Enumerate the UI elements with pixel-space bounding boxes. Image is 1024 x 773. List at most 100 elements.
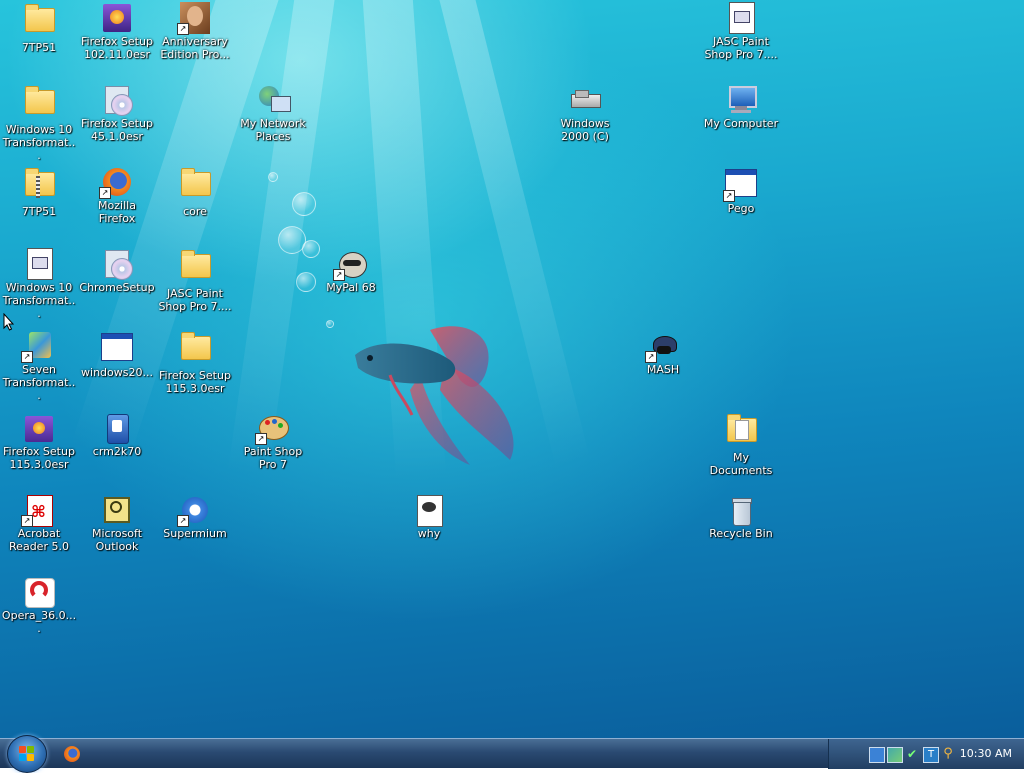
icon-label: Windows 10 Transformat... xyxy=(2,123,76,162)
icon-label: Windows 2000 (C) xyxy=(560,117,610,143)
installer-icon xyxy=(23,412,55,444)
icon-label: Opera_36.0.... xyxy=(1,609,77,635)
icon-label: JASC Paint Shop Pro 7.... xyxy=(158,287,232,313)
icon-label: My Documents xyxy=(709,451,773,477)
icon-label: Microsoft Outlook xyxy=(91,527,143,553)
folder-icon xyxy=(25,4,55,32)
icon-label: 7TP51 xyxy=(21,41,57,54)
desktop-icon-paint-shop-pro[interactable]: ↗ Paint Shop Pro 7 xyxy=(235,412,311,471)
icon-label: MyPal 68 xyxy=(326,281,376,294)
desktop-icon-recycle-bin[interactable]: Recycle Bin xyxy=(703,494,779,540)
icon-label: Firefox Setup 102.11.0esr xyxy=(81,35,153,61)
icon-label: Pego xyxy=(727,202,755,215)
start-button[interactable] xyxy=(7,735,47,773)
monitor-icon[interactable] xyxy=(869,747,885,763)
icon-label: Paint Shop Pro 7 xyxy=(243,445,303,471)
bubble xyxy=(292,192,316,216)
zip-folder-icon xyxy=(23,168,55,204)
desktop-icon-my-documents[interactable]: My Documents xyxy=(703,412,779,477)
icon-label: My Computer xyxy=(703,117,779,130)
desktop-background: 7TP51 Windows 10 Transformat... 7TP51 Wi… xyxy=(0,0,1024,738)
desktop-icon-firefox-setup-45[interactable]: Firefox Setup 45.1.0esr xyxy=(79,84,155,143)
desktop-icon-windows20[interactable]: windows20... xyxy=(79,330,155,379)
icon-label: core xyxy=(183,205,207,218)
system-tray: ✔ T ⚲ 10:30 AM xyxy=(828,739,1024,769)
desktop-icon-acrobat-reader[interactable]: ⌘ ↗ Acrobat Reader 5.0 xyxy=(1,494,77,553)
window-shortcut-icon: ↗ xyxy=(723,169,757,202)
desktop-icon-microsoft-outlook[interactable]: Microsoft Outlook xyxy=(79,494,155,553)
folder-icon xyxy=(25,86,55,114)
icon-label: Seven Transformat... xyxy=(2,363,76,402)
safely-remove-icon[interactable]: ✔ xyxy=(905,747,919,761)
taskbar: ✔ T ⚲ 10:30 AM xyxy=(0,735,1024,773)
desktop-icon-supermium[interactable]: ↗ Supermium xyxy=(157,494,233,540)
desktop-icon-7tp51-zip[interactable]: 7TP51 xyxy=(1,166,77,218)
why-doc-icon xyxy=(413,494,445,527)
outlook-icon xyxy=(101,494,133,526)
desktop-icon-firefox-setup-115-folder[interactable]: Firefox Setup 115.3.0esr xyxy=(157,330,233,395)
desktop-icon-windows10-transformation-folder[interactable]: Windows 10 Transformat... xyxy=(1,84,77,162)
mouse-cursor-icon xyxy=(3,313,15,331)
desktop-icon-windows10-transformation-doc[interactable]: Windows 10 Transformat... xyxy=(1,248,77,320)
desktop-icon-opera-installer[interactable]: Opera_36.0.... xyxy=(1,576,77,635)
icon-label: Mozilla Firefox xyxy=(98,199,136,225)
desktop-icon-jasc-paint-shop-doc[interactable]: JASC Paint Shop Pro 7.... xyxy=(703,2,779,61)
installer-icon xyxy=(101,2,133,34)
icon-label: Acrobat Reader 5.0 xyxy=(9,527,69,553)
window-icon xyxy=(101,333,133,361)
acrobat-icon: ⌘ ↗ xyxy=(21,494,55,527)
quicklaunch-firefox-icon[interactable] xyxy=(62,744,82,764)
desktop-icon-jasc-folder[interactable]: JASC Paint Shop Pro 7.... xyxy=(157,248,233,313)
icon-label: MASH xyxy=(646,363,680,376)
desktop-icon-7tp51-folder[interactable]: 7TP51 xyxy=(1,2,77,54)
network-icon[interactable] xyxy=(887,747,903,763)
document-icon xyxy=(729,2,755,34)
icon-label: JASC Paint Shop Pro 7.... xyxy=(704,35,778,61)
photo-shortcut-icon: ↗ xyxy=(177,2,211,35)
desktop-icon-firefox-setup-115-installer[interactable]: Firefox Setup 115.3.0esr xyxy=(1,412,77,471)
recycle-bin-icon xyxy=(725,494,757,526)
desktop-icon-firefox-setup-102[interactable]: Firefox Setup 102.11.0esr xyxy=(79,2,155,61)
palette-icon: ↗ xyxy=(255,412,289,445)
firefox-icon: ↗ xyxy=(99,166,133,199)
desktop-icon-mozilla-firefox[interactable]: ↗ Mozilla Firefox xyxy=(79,166,155,225)
desktop-icon-anniversary-edition[interactable]: ↗ Anniversary Edition Pro... xyxy=(157,2,233,61)
desktop-icon-why[interactable]: why xyxy=(391,494,467,540)
desktop-icon-pego[interactable]: ↗ Pego xyxy=(703,166,779,215)
supermium-icon: ↗ xyxy=(177,494,211,527)
bubble xyxy=(268,172,278,182)
setup-cd-icon xyxy=(101,84,133,116)
desktop-icon-my-network-places[interactable]: My Network Places xyxy=(235,84,311,143)
desktop-icon-my-computer[interactable]: My Computer xyxy=(703,84,779,130)
icon-label: Firefox Setup 115.3.0esr xyxy=(3,445,75,471)
input-method-icon[interactable]: T xyxy=(923,747,939,763)
raccoon-icon: ↗ xyxy=(333,248,367,281)
desktop-icon-seven-transformation[interactable]: ↗ Seven Transformat... xyxy=(1,330,77,402)
desktop-icon-core-folder[interactable]: core xyxy=(157,166,233,218)
network-icon xyxy=(257,84,291,116)
icon-label: Recycle Bin xyxy=(709,527,773,540)
folder-icon xyxy=(181,168,211,196)
folder-icon xyxy=(181,250,211,278)
windows-orb-icon xyxy=(19,746,35,762)
setup-cd-icon xyxy=(101,248,133,280)
clock[interactable]: 10:30 AM xyxy=(960,747,1012,760)
desktop-icon-crm2k70[interactable]: crm2k70 xyxy=(79,412,155,458)
opera-installer-icon xyxy=(23,576,55,608)
icon-label: My Network Places xyxy=(240,117,306,143)
icon-label: Firefox Setup 115.3.0esr xyxy=(159,369,231,395)
desktop-icon-mash[interactable]: ↗ MASH xyxy=(625,330,701,376)
seven-shortcut-icon: ↗ xyxy=(21,330,55,363)
document-icon xyxy=(27,248,53,280)
icon-label: why xyxy=(417,527,441,540)
folder-icon xyxy=(181,332,211,360)
desktop-icon-windows-2000-drive[interactable]: Windows 2000 (C) xyxy=(547,84,623,143)
desktop-icon-mypal[interactable]: ↗ MyPal 68 xyxy=(313,248,389,294)
search-icon[interactable]: ⚲ xyxy=(941,747,955,761)
icon-label: ChromeSetup xyxy=(79,281,155,294)
icon-label: Firefox Setup 45.1.0esr xyxy=(81,117,153,143)
betta-fish-wallpaper xyxy=(355,326,514,465)
desktop-icon-chromesetup[interactable]: ChromeSetup xyxy=(79,248,155,294)
computer-icon xyxy=(725,84,757,116)
bubble xyxy=(326,320,334,328)
